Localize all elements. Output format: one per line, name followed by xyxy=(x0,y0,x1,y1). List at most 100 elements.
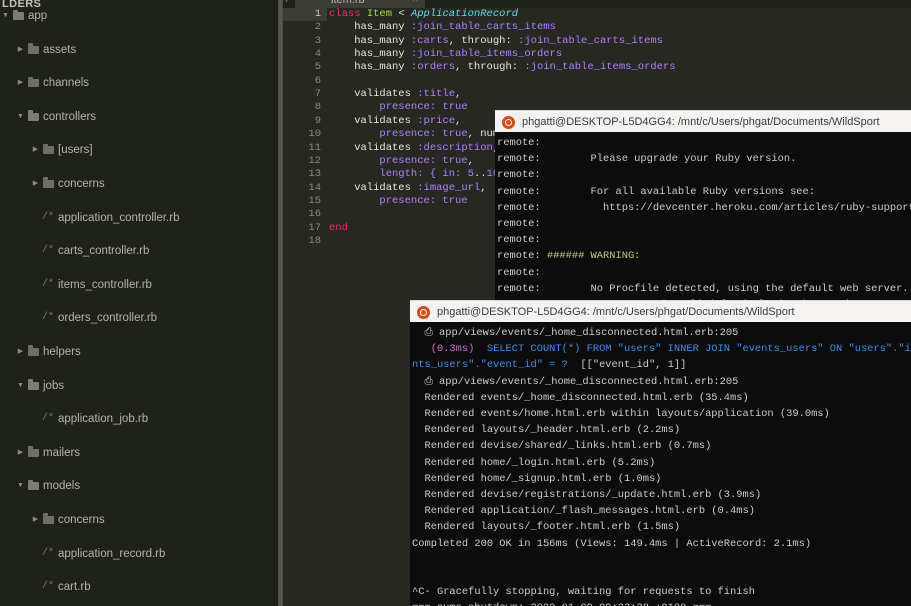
code-line: validates :image_url, xyxy=(329,181,487,195)
ruby-file-icon: /* xyxy=(41,581,54,593)
line-number: 10 xyxy=(308,128,321,141)
file-tree-item[interactable]: ▶ helpers xyxy=(0,344,278,361)
chevron-right-icon[interactable]: ▶ xyxy=(16,344,25,361)
code-token: :price xyxy=(417,114,456,127)
terminal-2-titlebar[interactable]: phgatti@DESKTOP-L5D4GG4: /mnt/c/Users/ph… xyxy=(410,300,911,323)
folder-icon-wrap xyxy=(26,42,40,59)
sidebar-scrollbar-thumb[interactable] xyxy=(279,0,282,606)
terminal-line: Rendered devise/shared/_links.html.erb (… xyxy=(412,438,711,454)
terminal-2-output[interactable]: ⎙ app/views/events/_home_disconnected.ht… xyxy=(410,322,911,606)
terminal-line: remote: ###### WARNING: xyxy=(497,248,640,264)
ruby-file-icon: /* xyxy=(41,312,54,324)
terminal-window-1[interactable]: phgatti@DESKTOP-L5D4GG4: /mnt/c/Users/ph… xyxy=(495,110,911,310)
code-token: length: { in: xyxy=(329,168,468,181)
terminal-token: ^C- Gracefully stopping, waiting for req… xyxy=(412,586,755,599)
file-tree-item-label: carts_controller.rb xyxy=(58,245,150,258)
chevron-down-icon[interactable]: ▼ xyxy=(1,8,10,25)
folder-icon-wrap xyxy=(26,445,40,462)
file-tree-item-label: application_controller.rb xyxy=(58,211,180,224)
terminal-token: remote: For all available Ruby versions … xyxy=(497,185,816,198)
terminal-window-2[interactable]: phgatti@DESKTOP-L5D4GG4: /mnt/c/Users/ph… xyxy=(410,300,911,606)
terminal-line: (0.3ms) SELECT COUNT(*) FROM "users" INN… xyxy=(412,341,911,357)
file-tree-item[interactable]: /* items_controller.rb xyxy=(0,277,278,294)
terminal-token: Rendered home/_signup.html.erb (1.0ms) xyxy=(412,472,662,485)
terminal-token: remote: Please upgrade your Ruby version… xyxy=(497,153,797,166)
file-tree-item[interactable]: /* application_record.rb xyxy=(0,546,278,563)
code-line: class Item < ApplicationRecord xyxy=(329,8,518,21)
folder-open-icon xyxy=(12,9,24,20)
code-token: :orders xyxy=(410,61,456,74)
terminal-line: remote: xyxy=(497,167,541,183)
file-tree-item[interactable]: /* carts_controller.rb xyxy=(0,243,278,260)
file-tree-item-label: mailers xyxy=(43,446,81,459)
terminal-token: remote: xyxy=(497,218,541,230)
file-tree-item[interactable]: ▶ channels xyxy=(0,75,278,92)
chevron-down-icon[interactable]: ▼ xyxy=(16,109,25,126)
chevron-right-icon[interactable]: ▶ xyxy=(31,142,40,159)
code-token: :image_url xyxy=(417,181,481,194)
code-token: has_many xyxy=(329,48,411,61)
file-tree-item[interactable]: ▶ [users] xyxy=(0,142,278,159)
code-token: , xyxy=(480,181,487,194)
code-line: has_many :orders, through: :join_table_i… xyxy=(329,61,675,74)
file-tree-item[interactable]: /* application_controller.rb xyxy=(0,210,278,227)
code-token: true xyxy=(442,101,468,114)
ruby-file-icon: /* xyxy=(41,211,54,223)
terminal-line: remote: Please upgrade your Ruby version… xyxy=(497,151,796,167)
editor-tab-item-rb[interactable]: /* item.rb × xyxy=(285,0,425,8)
code-line: has_many :join_table_carts_items xyxy=(329,21,556,34)
line-number: 16 xyxy=(308,208,321,221)
terminal-1-titlebar[interactable]: phgatti@DESKTOP-L5D4GG4: /mnt/c/Users/ph… xyxy=(495,110,911,133)
terminal-token: remote: xyxy=(497,234,541,247)
terminal-line: nts_users"."event_id" = ? [["event_id", … xyxy=(412,357,686,373)
file-tree-item[interactable]: ▼ controllers xyxy=(0,109,278,126)
terminal-1-output[interactable]: remote: remote: Please upgrade your Ruby … xyxy=(495,132,911,310)
chevron-right-icon[interactable]: ▶ xyxy=(16,42,25,59)
file-tree-item[interactable]: ▶ concerns xyxy=(0,176,278,193)
code-token: validates xyxy=(329,88,418,101)
chevron-right-icon[interactable]: ▶ xyxy=(31,512,40,529)
folder-icon-wrap xyxy=(26,344,40,361)
file-tree-item[interactable]: /* orders_controller.rb xyxy=(0,310,278,327)
chevron-right-icon[interactable]: ▶ xyxy=(31,176,40,193)
terminal-line: Rendered home/_login.html.erb (5.2ms) xyxy=(412,455,655,471)
file-tree-item[interactable]: ▶ concerns xyxy=(0,512,278,529)
file-tree[interactable]: ▼ app ▶ assets ▶ channels ▼ controllers ▶ [users]… xyxy=(0,8,278,606)
terminal-token: remote: xyxy=(497,137,541,149)
terminal-token: remote: xyxy=(497,266,541,279)
file-tree-item-label: application_record.rb xyxy=(58,547,166,560)
chevron-right-icon[interactable]: ▶ xyxy=(16,445,25,462)
file-tree-item-label: items_controller.rb xyxy=(58,278,152,291)
file-tree-item[interactable]: /* application_job.rb xyxy=(0,411,278,428)
terminal-line: remote: No Procfile detected, using the … xyxy=(497,281,909,297)
ubuntu-icon xyxy=(502,116,515,129)
file-tree-item[interactable]: ▼ app xyxy=(0,8,278,25)
terminal-line: remote: For all available Ruby versions … xyxy=(497,184,815,200)
file-tree-item[interactable]: ▼ jobs xyxy=(0,378,278,395)
terminal-token: (0.3ms) xyxy=(412,343,475,356)
file-tree-item-label: helpers xyxy=(43,345,81,358)
terminal-token: remote: xyxy=(497,169,541,182)
file-explorer-sidebar[interactable]: LDERS ▼ app ▶ assets ▶ channels ▼ controllers ▶[… xyxy=(0,0,278,606)
terminal-line: Rendered application/_flash_messages.htm… xyxy=(412,503,754,519)
editor-tabbar[interactable]: /* item.rb × xyxy=(283,0,911,8)
chevron-right-icon[interactable]: ▶ xyxy=(16,75,25,92)
terminal-token: Rendered devise/registrations/_update.ht… xyxy=(412,489,762,501)
terminal-token: Rendered home/_login.html.erb (5.2ms) xyxy=(412,456,656,469)
folder-icon-wrap xyxy=(41,176,55,193)
file-tree-item-label: concerns xyxy=(58,177,105,190)
close-icon[interactable]: × xyxy=(412,0,418,8)
chevron-down-icon[interactable]: ▼ xyxy=(16,378,25,395)
terminal-token: remote: https://devcenter.heroku.com/art… xyxy=(497,201,911,214)
folder-icon xyxy=(27,43,39,54)
ruby-file-icon: /* xyxy=(41,245,54,257)
file-tree-item[interactable]: ▶ mailers xyxy=(0,445,278,462)
code-token: has_many xyxy=(329,34,411,47)
line-number: 18 xyxy=(308,234,321,247)
file-tree-item[interactable]: /* cart.rb xyxy=(0,579,278,596)
file-tree-item[interactable]: ▼ models xyxy=(0,478,278,495)
terminal-token: SELECT COUNT(*) FROM "users" INNER JOIN … xyxy=(474,343,911,356)
file-tree-item[interactable]: ▶ assets xyxy=(0,42,278,59)
code-token: class xyxy=(329,8,367,20)
chevron-down-icon[interactable]: ▼ xyxy=(16,478,25,495)
